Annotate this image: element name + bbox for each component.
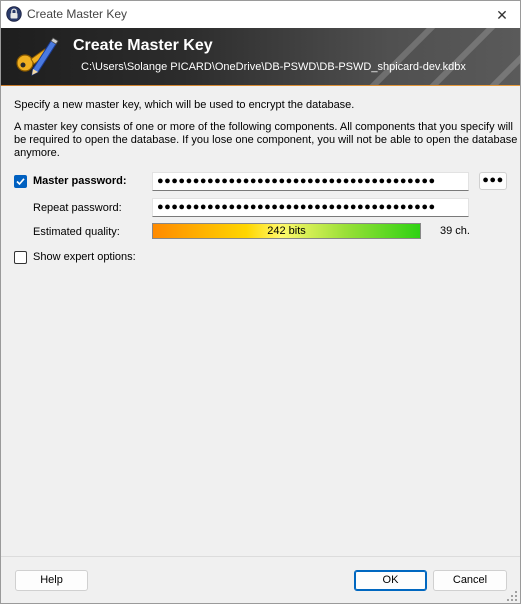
- create-master-key-dialog: Create Master Key ✕ Create Master Key C:…: [0, 0, 521, 604]
- description-line-2: be required to open the database. If you…: [14, 134, 518, 146]
- repeat-password-input[interactable]: ●●●●●●●●●●●●●●●●●●●●●●●●●●●●●●●●●●●●●●●: [152, 198, 469, 217]
- keepass-lock-icon: [6, 6, 22, 22]
- master-password-label: Master password:: [33, 175, 127, 187]
- banner-title: Create Master Key: [73, 37, 213, 54]
- title-bar: Create Master Key ✕: [1, 1, 520, 28]
- banner-watermark-graphic: [368, 28, 520, 86]
- help-button[interactable]: Help: [15, 570, 88, 591]
- description-line-3: anymore.: [14, 147, 60, 159]
- resize-grip-icon[interactable]: [506, 590, 518, 602]
- database-path: C:\Users\Solange PICARD\OneDrive\DB-PSWD…: [81, 61, 466, 73]
- repeat-password-label: Repeat password:: [33, 202, 122, 214]
- close-icon: ✕: [496, 6, 508, 23]
- quality-progress-bar: 242 bits: [152, 223, 421, 239]
- close-button[interactable]: ✕: [491, 5, 513, 25]
- dialog-footer: Help OK Cancel: [1, 556, 520, 603]
- password-length: 39 ch.: [440, 225, 470, 237]
- estimated-quality-label: Estimated quality:: [33, 226, 120, 238]
- banner-accent-line: [1, 85, 520, 86]
- quality-bits: 242 bits: [267, 225, 306, 237]
- ok-button[interactable]: OK: [354, 570, 427, 591]
- master-password-input[interactable]: ●●●●●●●●●●●●●●●●●●●●●●●●●●●●●●●●●●●●●●●: [152, 172, 469, 191]
- checkmark-icon: [16, 178, 25, 186]
- window-title: Create Master Key: [27, 7, 128, 21]
- intro-text: Specify a new master key, which will be …: [14, 99, 355, 111]
- cancel-button[interactable]: Cancel: [433, 570, 507, 591]
- description-line-1: A master key consists of one or more of …: [14, 121, 513, 133]
- show-expert-options-label: Show expert options:: [33, 251, 136, 263]
- key-pen-icon: [16, 37, 59, 76]
- header-banner: Create Master Key C:\Users\Solange PICAR…: [1, 28, 520, 86]
- master-password-checkbox[interactable]: [14, 175, 27, 188]
- show-password-toggle-button[interactable]: ●●●: [479, 172, 507, 190]
- show-expert-options-checkbox[interactable]: [14, 251, 27, 264]
